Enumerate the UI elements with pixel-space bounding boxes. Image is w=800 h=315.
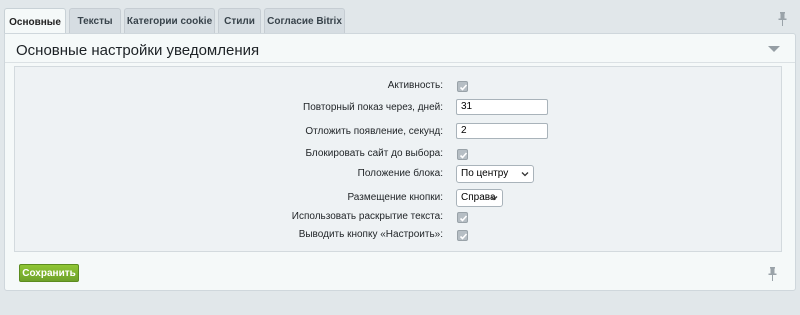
tab-main[interactable]: Основные (4, 8, 66, 35)
tab-bitrix-consent[interactable]: Согласие Bitrix (264, 8, 345, 33)
collapse-arrow-icon[interactable] (768, 46, 780, 52)
configure-button-checkbox[interactable] (457, 230, 468, 241)
save-button[interactable]: Сохранить (19, 264, 79, 282)
tab-label: Категории cookie (126, 15, 213, 27)
repeat-days-input[interactable]: 31 (456, 99, 548, 115)
tab-label: Основные (9, 16, 61, 28)
position-select[interactable]: По центру (456, 165, 534, 183)
tab-styles[interactable]: Стили (218, 8, 261, 33)
checkmark-icon (459, 152, 468, 159)
tab-label: Согласие Bitrix (267, 15, 342, 27)
checkmark-icon (459, 215, 468, 222)
button-place-select[interactable]: Справа (456, 189, 503, 207)
expand-label: Использовать раскрытие текста: (291, 211, 443, 222)
pin-icon[interactable] (768, 267, 777, 281)
tab-label: Стили (224, 15, 255, 27)
position-label: Положение блока: (357, 168, 443, 179)
tab-cookie-categories[interactable]: Категории cookie (124, 8, 215, 33)
block-label: Блокировать сайт до выбора: (305, 148, 443, 159)
panel-title: Основные настройки уведомления (16, 42, 260, 59)
block-site-checkbox[interactable] (457, 149, 468, 160)
position-value: По центру (461, 168, 509, 179)
configure-label: Выводить кнопку «Настроить»: (298, 229, 443, 240)
expand-text-checkbox[interactable] (457, 212, 468, 223)
tab-label: Тексты (77, 15, 113, 27)
delay-label: Отложить появление, секунд: (305, 126, 443, 137)
tab-texts[interactable]: Тексты (69, 8, 121, 33)
form-area: Активность: Повторный показ через, дней:… (14, 66, 782, 252)
repeat-label: Повторный показ через, дней: (303, 102, 443, 113)
chevron-down-icon (490, 196, 498, 201)
button-place-label: Размещение кнопки: (347, 192, 443, 203)
pin-icon[interactable] (778, 12, 787, 26)
delay-seconds-input[interactable]: 2 (456, 123, 548, 139)
active-checkbox[interactable] (457, 81, 468, 92)
checkmark-icon (459, 233, 468, 240)
settings-panel: Основные настройки уведомления Активност… (4, 33, 796, 291)
checkmark-icon (459, 84, 468, 91)
chevron-down-icon (521, 172, 529, 177)
active-label: Активность: (387, 80, 443, 91)
divider (5, 62, 795, 63)
